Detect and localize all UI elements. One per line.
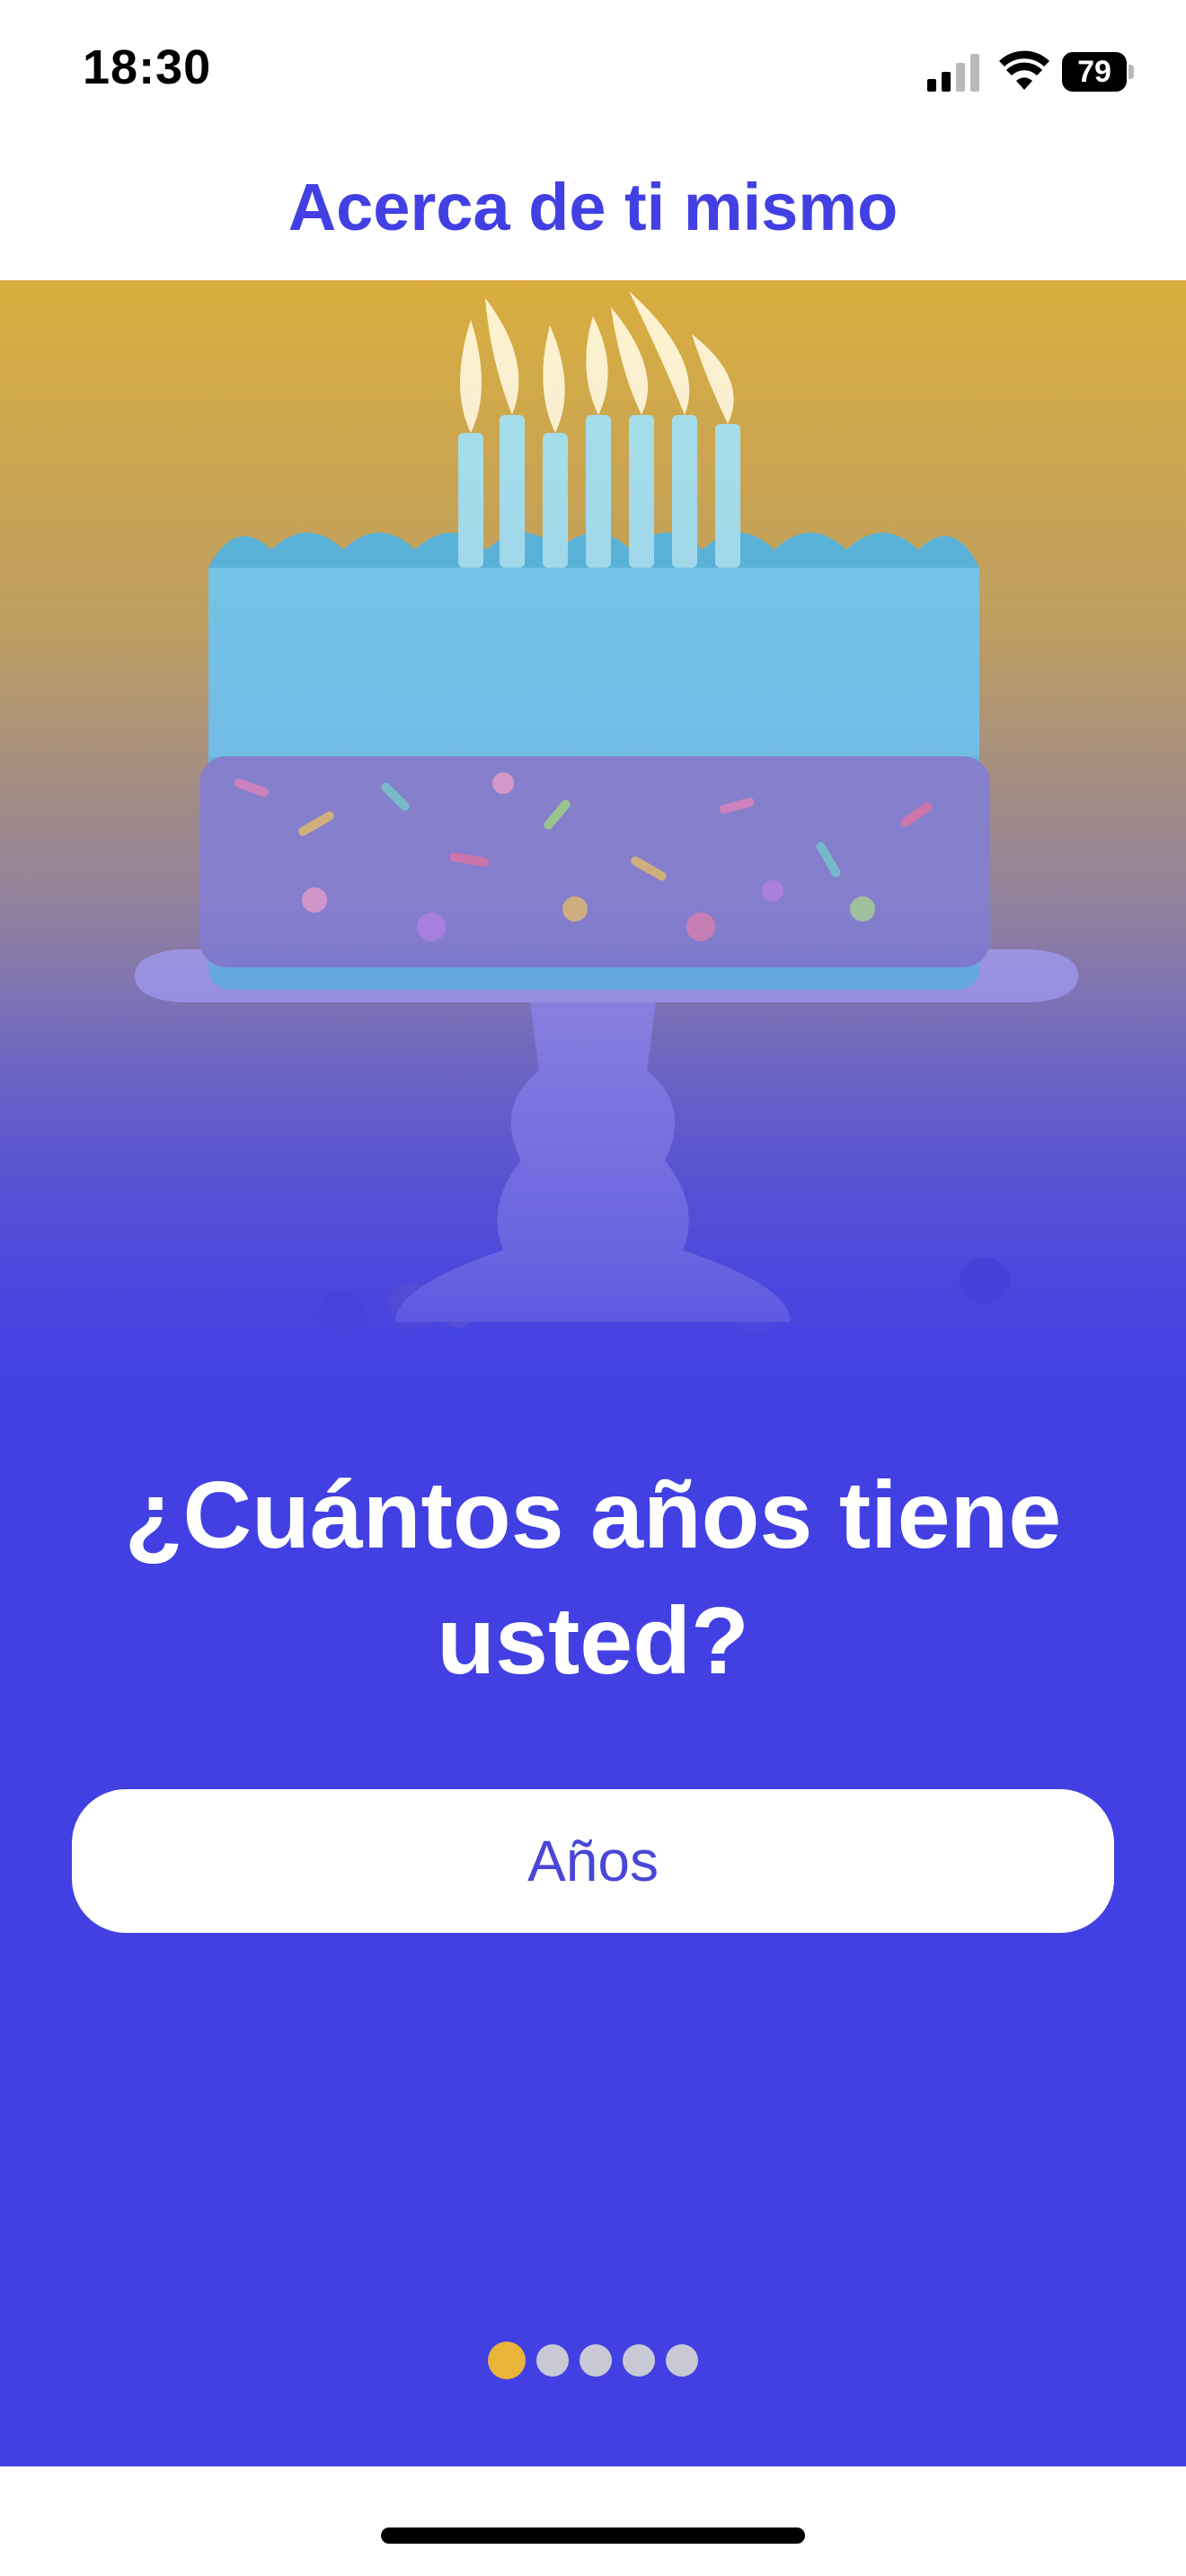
question-heading: ¿Cuántos años tiene usted? xyxy=(54,1452,1132,1704)
birthday-cake-illustration xyxy=(0,280,1186,1448)
question-line-1: ¿Cuántos años tiene xyxy=(124,1462,1062,1568)
hero-section: ¿Cuántos años tiene usted? xyxy=(0,280,1186,2466)
page-dot-4 xyxy=(623,2344,655,2377)
status-time: 18:30 xyxy=(83,40,212,94)
page-dot-2 xyxy=(536,2344,569,2377)
signal-icon xyxy=(927,54,979,92)
battery-icon: 79 xyxy=(1062,52,1134,92)
home-indicator[interactable] xyxy=(381,2527,805,2544)
wifi-icon xyxy=(999,50,1049,90)
battery-level: 79 xyxy=(1077,55,1111,89)
page-title: Acerca de ti mismo xyxy=(288,170,898,244)
page-dot-1 xyxy=(488,2342,526,2379)
page-dot-3 xyxy=(580,2344,612,2377)
age-input[interactable] xyxy=(72,1789,1114,1933)
question-line-2: usted? xyxy=(437,1588,749,1694)
onboarding-screen: 18:30 79 Acerca de ti mismo ¿Cuántos año… xyxy=(0,0,1186,2576)
page-indicator xyxy=(0,2341,1186,2380)
page-dot-5 xyxy=(666,2344,698,2377)
status-bar: 18:30 79 xyxy=(0,0,1186,144)
